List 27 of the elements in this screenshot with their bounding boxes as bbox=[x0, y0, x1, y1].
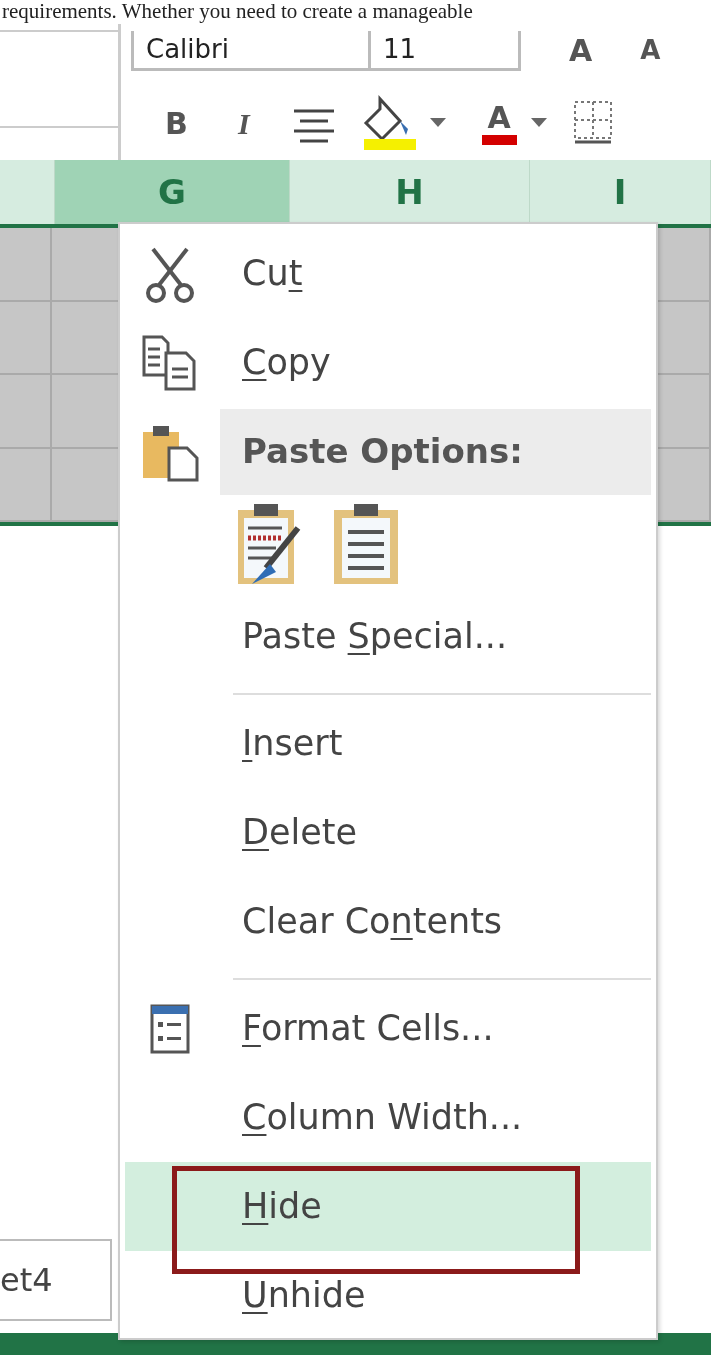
menu-item[interactable]: Copy bbox=[120, 318, 656, 407]
caret-icon[interactable] bbox=[429, 118, 446, 128]
font-color-button[interactable]: A bbox=[481, 101, 517, 145]
article-text: requirements. Whether you need to create a manageable bbox=[1, 0, 474, 24]
menu-item[interactable]: Delete bbox=[120, 788, 656, 877]
font-name-field[interactable]: Calibri bbox=[131, 30, 371, 71]
caret-icon[interactable] bbox=[530, 118, 547, 128]
format-cells-icon bbox=[150, 1003, 190, 1054]
menu-item[interactable]: Clear Contents bbox=[120, 877, 656, 966]
menu-item[interactable]: Cut bbox=[120, 229, 656, 318]
menu-item[interactable]: Column Width... bbox=[120, 1073, 656, 1162]
italic-button[interactable]: I bbox=[237, 100, 250, 146]
sheet-tab[interactable]: et4 bbox=[0, 1239, 112, 1321]
menu-item[interactable]: Paste Special... bbox=[120, 592, 656, 681]
menu-item[interactable]: Insert bbox=[120, 699, 656, 788]
copy-icon bbox=[142, 334, 198, 391]
shrink-font-button[interactable]: A bbox=[640, 31, 661, 70]
grow-font-button[interactable]: A bbox=[569, 28, 593, 73]
menu-item[interactable]: Hide bbox=[125, 1162, 651, 1251]
menu-section-header: Paste Options: bbox=[241, 430, 523, 473]
font-size-field[interactable]: 11 bbox=[371, 30, 521, 71]
borders-icon[interactable] bbox=[572, 100, 613, 146]
bold-button[interactable]: B bbox=[165, 100, 188, 146]
paste-clipboard-icon[interactable] bbox=[332, 502, 400, 586]
menu-item[interactable]: Unhide bbox=[120, 1251, 656, 1340]
paste-formatting-icon[interactable] bbox=[236, 502, 302, 586]
menu-item[interactable]: Format Cells... bbox=[120, 984, 656, 1073]
